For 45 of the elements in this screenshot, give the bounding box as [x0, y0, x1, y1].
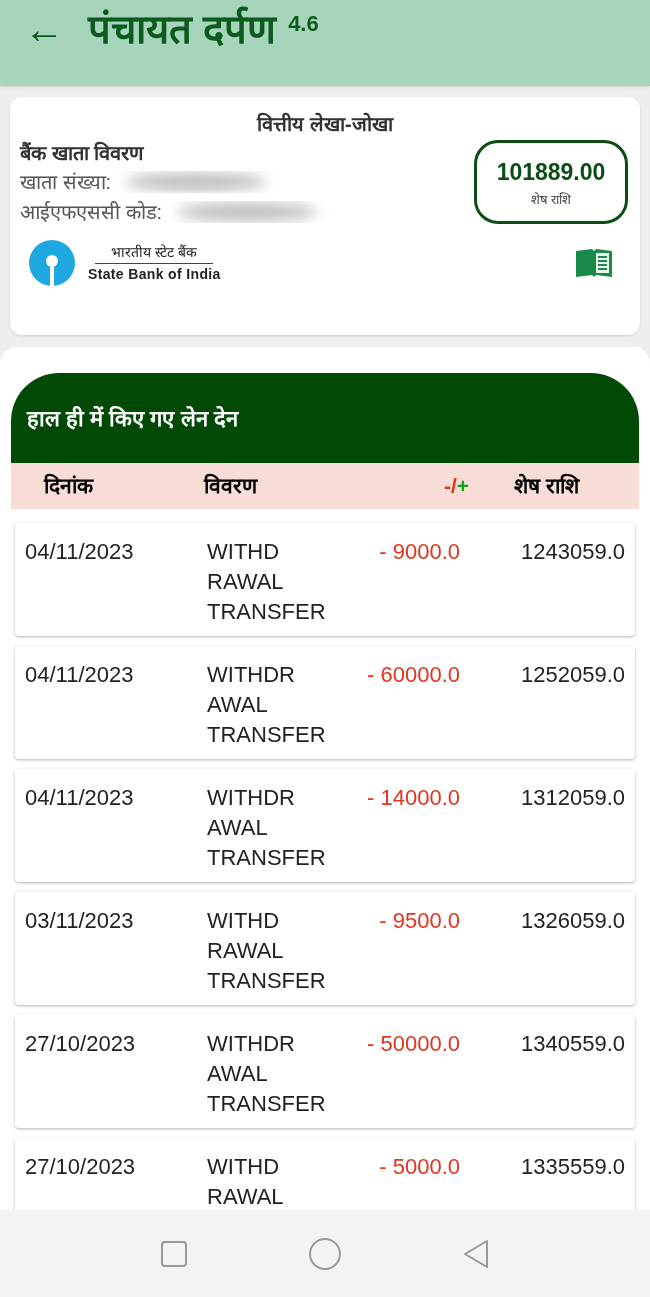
transaction-date: 27/10/2023 [25, 1030, 137, 1058]
transaction-balance: 1243059.0 [520, 538, 625, 566]
transaction-balance: 1335559.0 [520, 1153, 625, 1181]
version-label: 4.6 [288, 10, 319, 38]
section-title: हाल ही में किए गए लेन देन [27, 404, 238, 433]
column-header: दिनांक [44, 472, 95, 500]
back-icon[interactable] [462, 1238, 490, 1269]
section-heading: बैंक खाता विवरण [20, 140, 145, 166]
recents-icon[interactable] [160, 1239, 188, 1268]
transaction-date: 04/11/2023 [25, 661, 135, 689]
bank-name: State Bank of India [88, 264, 221, 284]
app-title: पंचायत दर्पण [88, 5, 277, 53]
column-header: शेष राशि [514, 472, 579, 500]
home-icon[interactable] [308, 1236, 342, 1271]
column-header: विवरण [204, 472, 259, 500]
transaction-balance: 1252059.0 [520, 661, 625, 689]
transaction-date: 03/11/2023 [25, 907, 135, 935]
transaction-description: WITHD RAWAL [207, 1153, 285, 1210]
transaction-balance: 1340559.0 [520, 1030, 625, 1058]
balance-amount: 101889.00 [496, 158, 606, 187]
transaction-amount: - 14000.0 [366, 784, 460, 812]
bank-name-hindi: भारतीय स्टेट बैंक [95, 241, 214, 264]
transaction-date: 04/11/2023 [25, 538, 135, 566]
card-title: वित्तीय लेखा-जोखा [257, 111, 393, 137]
transaction-date: 04/11/2023 [25, 784, 135, 812]
ifsc-code-label: आईएफएससी कोड: [20, 200, 163, 225]
column-header: -/+ [444, 473, 471, 500]
transaction-description: WITHDR AWAL TRANSFER [207, 661, 327, 749]
transaction-description: WITHDR AWAL TRANSFER [207, 784, 327, 872]
transaction-amount: - 9500.0 [378, 907, 460, 935]
transaction-balance: 1326059.0 [520, 907, 625, 935]
bank-logo-icon [28, 239, 76, 287]
passbook-icon[interactable] [574, 247, 614, 279]
transaction-balance: 1312059.0 [520, 784, 625, 812]
account-number-label: खाता संख्या: [20, 170, 112, 195]
transaction-description: WITHD RAWAL TRANSFER [207, 538, 327, 626]
transaction-description: WITHD RAWAL TRANSFER [207, 907, 327, 995]
transaction-amount: - 9000.0 [378, 538, 460, 566]
balance-label: शेष राशि [530, 190, 572, 209]
transaction-amount: - 50000.0 [366, 1030, 460, 1058]
transaction-date: 27/10/2023 [25, 1153, 137, 1181]
transaction-amount: - 5000.0 [378, 1153, 460, 1181]
transaction-description: WITHDR AWAL TRANSFER [207, 1030, 327, 1118]
transaction-amount: - 60000.0 [366, 661, 460, 689]
back-button[interactable]: ← [24, 4, 64, 54]
